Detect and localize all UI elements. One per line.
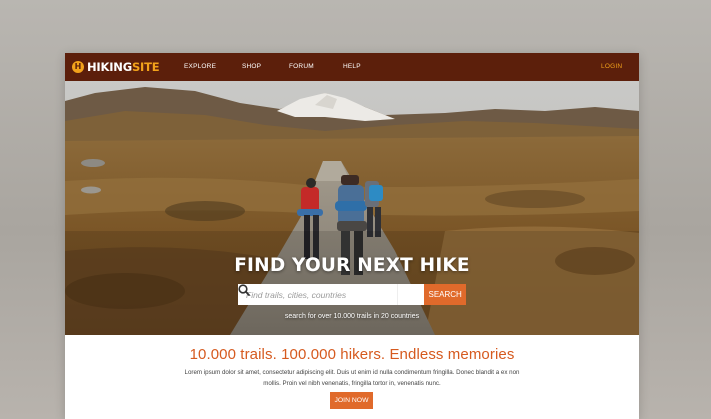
hero-title: FIND YOUR NEXT HIKE bbox=[234, 255, 470, 276]
nav-item-explore[interactable]: EXPLORE bbox=[184, 53, 216, 81]
content-body-text: Lorem ipsum dolor sit amet, consectetur … bbox=[184, 369, 520, 387]
search-icon bbox=[238, 284, 250, 296]
logo-text: HIKINGSITE bbox=[87, 60, 160, 74]
search-button[interactable]: SEARCH bbox=[424, 284, 466, 305]
search-input[interactable] bbox=[238, 284, 398, 305]
nav-item-help[interactable]: HELP bbox=[343, 53, 361, 81]
search-bar: SEARCH bbox=[238, 284, 466, 305]
top-navbar: H HIKINGSITE EXPLORE SHOP FORUM HELP LOG… bbox=[65, 53, 639, 81]
nav-item-forum[interactable]: FORUM bbox=[289, 53, 314, 81]
search-icon-button[interactable] bbox=[238, 284, 425, 305]
nav-item-shop[interactable]: SHOP bbox=[242, 53, 261, 81]
logo-text-part1: HIKING bbox=[87, 60, 132, 74]
hero-subtitle: search for over 10.000 trails in 20 coun… bbox=[284, 313, 420, 320]
hiking-logo-icon: H bbox=[72, 61, 84, 73]
website-frame: H HIKINGSITE EXPLORE SHOP FORUM HELP LOG… bbox=[65, 53, 639, 419]
hero-section: FIND YOUR NEXT HIKE SEARCH search for ov… bbox=[65, 81, 639, 335]
content-headline: 10.000 trails. 100.000 hikers. Endless m… bbox=[189, 346, 515, 363]
logo-text-part2: SITE bbox=[131, 60, 160, 74]
join-now-button[interactable]: JOIN NOW bbox=[330, 392, 373, 409]
login-link[interactable]: LOGIN bbox=[601, 53, 622, 81]
site-logo[interactable]: H HIKINGSITE bbox=[72, 60, 160, 74]
